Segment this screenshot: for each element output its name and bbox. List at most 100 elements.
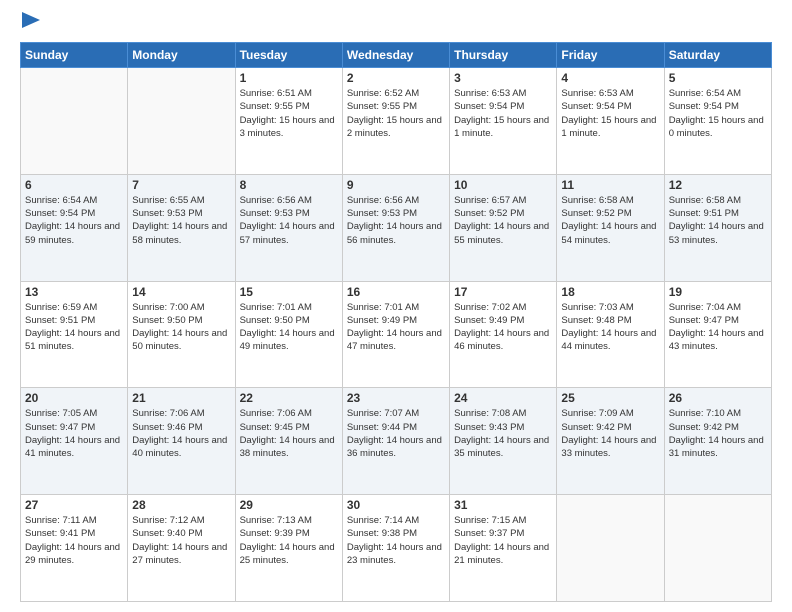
cell-content: Sunrise: 7:15 AMSunset: 9:37 PMDaylight:… [454,514,552,567]
day-number: 19 [669,285,767,299]
day-number: 6 [25,178,123,192]
day-number: 30 [347,498,445,512]
calendar-cell: 2 Sunrise: 6:52 AMSunset: 9:55 PMDaylight… [342,68,449,175]
day-number: 3 [454,71,552,85]
calendar-week-1: 1 Sunrise: 6:51 AMSunset: 9:55 PMDaylight… [21,68,772,175]
logo-icon [22,12,40,34]
calendar-cell: 11 Sunrise: 6:58 AMSunset: 9:52 PMDayligh… [557,174,664,281]
cell-content: Sunrise: 6:58 AMSunset: 9:51 PMDaylight:… [669,194,767,247]
cell-content: Sunrise: 7:12 AMSunset: 9:40 PMDaylight:… [132,514,230,567]
calendar-cell: 17Sunrise: 7:02 AMSunset: 9:49 PMDayligh… [450,281,557,388]
cell-content: Sunrise: 6:53 AMSunset: 9:54 PMDaylight:… [454,87,552,140]
calendar-cell: 20 Sunrise: 7:05 AMSunset: 9:47 PMDayligh… [21,388,128,495]
calendar-week-5: 27 Sunrise: 7:11 AMSunset: 9:41 PMDayligh… [21,495,772,602]
calendar-cell: 9 Sunrise: 6:56 AMSunset: 9:53 PMDaylight… [342,174,449,281]
header [20,16,772,34]
cell-content: Sunrise: 7:00 AMSunset: 9:50 PMDaylight:… [132,301,230,354]
calendar-cell: 24 Sunrise: 7:08 AMSunset: 9:43 PMDayligh… [450,388,557,495]
calendar-cell: 22 Sunrise: 7:06 AMSunset: 9:45 PMDayligh… [235,388,342,495]
calendar-cell: 26Sunrise: 7:10 AMSunset: 9:42 PMDayligh… [664,388,771,495]
day-number: 18 [561,285,659,299]
cell-content: Sunrise: 7:06 AMSunset: 9:45 PMDaylight:… [240,407,338,460]
calendar-header-row: SundayMondayTuesdayWednesdayThursdayFrid… [21,43,772,68]
day-number: 4 [561,71,659,85]
calendar-cell: 30 Sunrise: 7:14 AMSunset: 9:38 PMDayligh… [342,495,449,602]
day-number: 24 [454,391,552,405]
calendar-cell: 15 Sunrise: 7:01 AMSunset: 9:50 PMDayligh… [235,281,342,388]
day-number: 2 [347,71,445,85]
calendar-cell [664,495,771,602]
calendar-table: SundayMondayTuesdayWednesdayThursdayFrid… [20,42,772,602]
cell-content: Sunrise: 6:56 AMSunset: 9:53 PMDaylight:… [240,194,338,247]
calendar-header-monday: Monday [128,43,235,68]
day-number: 5 [669,71,767,85]
day-number: 7 [132,178,230,192]
cell-content: Sunrise: 6:56 AMSunset: 9:53 PMDaylight:… [347,194,445,247]
logo [20,16,40,34]
calendar-cell: 14 Sunrise: 7:00 AMSunset: 9:50 PMDayligh… [128,281,235,388]
day-number: 20 [25,391,123,405]
calendar-header-friday: Friday [557,43,664,68]
calendar-cell: 29 Sunrise: 7:13 AMSunset: 9:39 PMDayligh… [235,495,342,602]
day-number: 17 [454,285,552,299]
day-number: 14 [132,285,230,299]
day-number: 27 [25,498,123,512]
cell-content: Sunrise: 6:57 AMSunset: 9:52 PMDaylight:… [454,194,552,247]
day-number: 11 [561,178,659,192]
calendar-cell: 23 Sunrise: 7:07 AMSunset: 9:44 PMDayligh… [342,388,449,495]
calendar-cell: 7 Sunrise: 6:55 AMSunset: 9:53 PMDaylight… [128,174,235,281]
cell-content: Sunrise: 6:55 AMSunset: 9:53 PMDaylight:… [132,194,230,247]
cell-content: Sunrise: 7:10 AMSunset: 9:42 PMDaylight:… [669,407,767,460]
calendar-cell: 28 Sunrise: 7:12 AMSunset: 9:40 PMDayligh… [128,495,235,602]
cell-content: Sunrise: 7:05 AMSunset: 9:47 PMDaylight:… [25,407,123,460]
cell-content: Sunrise: 7:06 AMSunset: 9:46 PMDaylight:… [132,407,230,460]
calendar-cell: 12Sunrise: 6:58 AMSunset: 9:51 PMDayligh… [664,174,771,281]
calendar-header-thursday: Thursday [450,43,557,68]
cell-content: Sunrise: 7:01 AMSunset: 9:50 PMDaylight:… [240,301,338,354]
calendar-cell: 6 Sunrise: 6:54 AMSunset: 9:54 PMDaylight… [21,174,128,281]
cell-content: Sunrise: 7:07 AMSunset: 9:44 PMDaylight:… [347,407,445,460]
cell-content: Sunrise: 6:53 AMSunset: 9:54 PMDaylight:… [561,87,659,140]
cell-content: Sunrise: 7:14 AMSunset: 9:38 PMDaylight:… [347,514,445,567]
day-number: 9 [347,178,445,192]
cell-content: Sunrise: 6:59 AMSunset: 9:51 PMDaylight:… [25,301,123,354]
calendar-cell: 16 Sunrise: 7:01 AMSunset: 9:49 PMDayligh… [342,281,449,388]
calendar-header-tuesday: Tuesday [235,43,342,68]
page: SundayMondayTuesdayWednesdayThursdayFrid… [0,0,792,612]
calendar-cell [557,495,664,602]
cell-content: Sunrise: 7:11 AMSunset: 9:41 PMDaylight:… [25,514,123,567]
calendar-header-saturday: Saturday [664,43,771,68]
calendar-cell: 5Sunrise: 6:54 AMSunset: 9:54 PMDaylight… [664,68,771,175]
calendar-cell: 13Sunrise: 6:59 AMSunset: 9:51 PMDayligh… [21,281,128,388]
day-number: 23 [347,391,445,405]
day-number: 28 [132,498,230,512]
calendar-cell: 25Sunrise: 7:09 AMSunset: 9:42 PMDayligh… [557,388,664,495]
calendar-cell: 1 Sunrise: 6:51 AMSunset: 9:55 PMDaylight… [235,68,342,175]
calendar-cell: 4 Sunrise: 6:53 AMSunset: 9:54 PMDaylight… [557,68,664,175]
cell-content: Sunrise: 6:52 AMSunset: 9:55 PMDaylight:… [347,87,445,140]
calendar-cell: 27 Sunrise: 7:11 AMSunset: 9:41 PMDayligh… [21,495,128,602]
cell-content: Sunrise: 6:58 AMSunset: 9:52 PMDaylight:… [561,194,659,247]
cell-content: Sunrise: 7:03 AMSunset: 9:48 PMDaylight:… [561,301,659,354]
cell-content: Sunrise: 7:13 AMSunset: 9:39 PMDaylight:… [240,514,338,567]
calendar-header-wednesday: Wednesday [342,43,449,68]
day-number: 15 [240,285,338,299]
day-number: 16 [347,285,445,299]
day-number: 29 [240,498,338,512]
calendar-cell: 31 Sunrise: 7:15 AMSunset: 9:37 PMDayligh… [450,495,557,602]
calendar-week-4: 20 Sunrise: 7:05 AMSunset: 9:47 PMDayligh… [21,388,772,495]
day-number: 31 [454,498,552,512]
day-number: 1 [240,71,338,85]
calendar-cell: 3 Sunrise: 6:53 AMSunset: 9:54 PMDaylight… [450,68,557,175]
cell-content: Sunrise: 6:54 AMSunset: 9:54 PMDaylight:… [25,194,123,247]
day-number: 10 [454,178,552,192]
calendar-cell [128,68,235,175]
calendar-cell: 18 Sunrise: 7:03 AMSunset: 9:48 PMDayligh… [557,281,664,388]
cell-content: Sunrise: 6:51 AMSunset: 9:55 PMDaylight:… [240,87,338,140]
cell-content: Sunrise: 7:01 AMSunset: 9:49 PMDaylight:… [347,301,445,354]
cell-content: Sunrise: 7:08 AMSunset: 9:43 PMDaylight:… [454,407,552,460]
cell-content: Sunrise: 7:09 AMSunset: 9:42 PMDaylight:… [561,407,659,460]
day-number: 22 [240,391,338,405]
calendar-week-2: 6 Sunrise: 6:54 AMSunset: 9:54 PMDaylight… [21,174,772,281]
calendar-cell: 19Sunrise: 7:04 AMSunset: 9:47 PMDayligh… [664,281,771,388]
